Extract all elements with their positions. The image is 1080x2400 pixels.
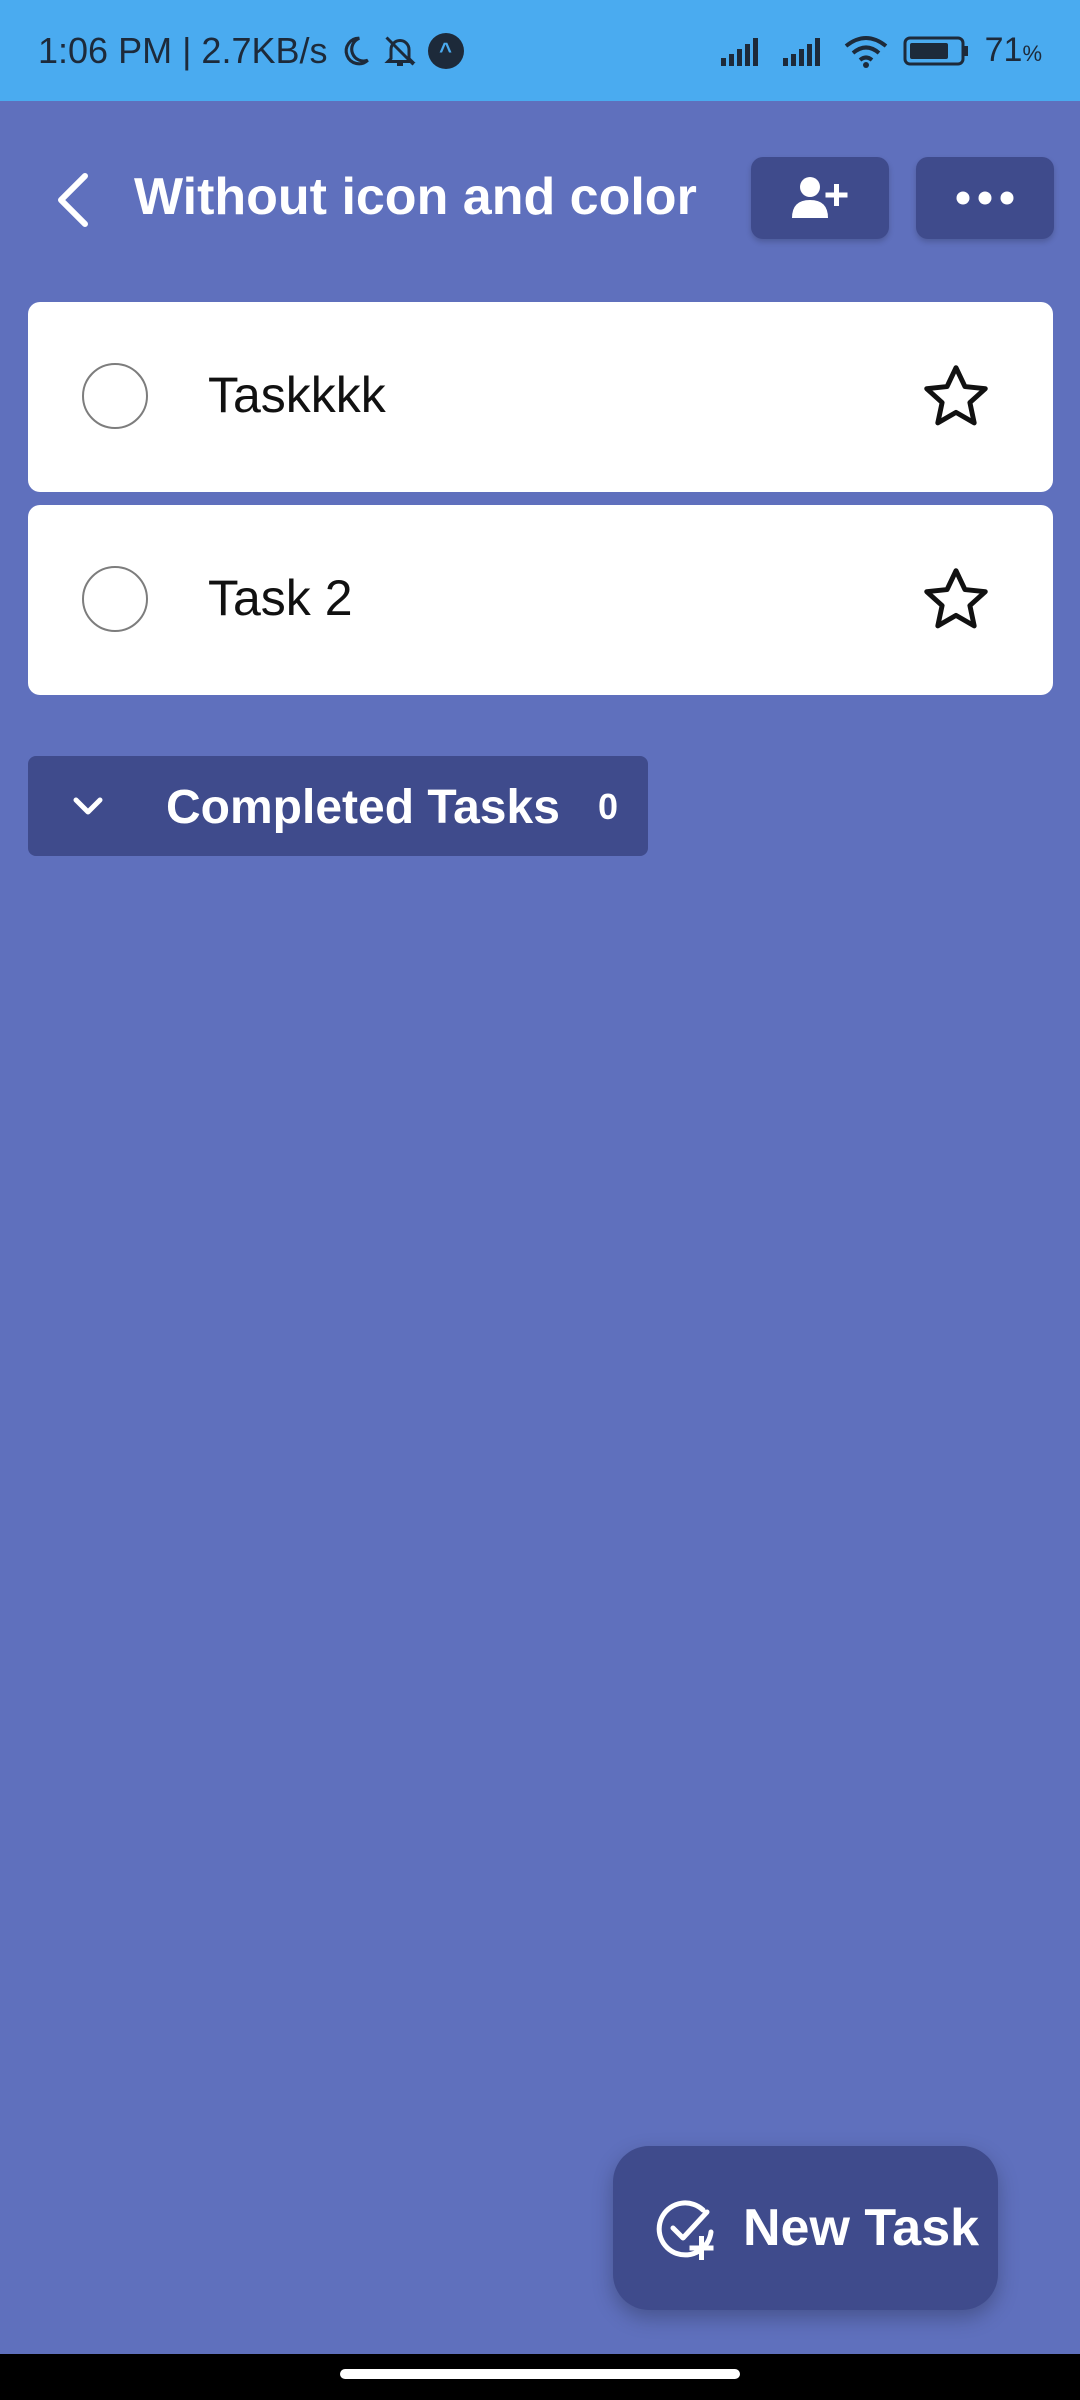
completed-tasks-label: Completed Tasks [166,781,560,834]
header: Without icon and color [0,101,1080,301]
bell-off-icon [382,33,418,69]
task-item[interactable]: Taskkkk [28,302,1053,492]
completed-tasks-count: 0 [598,786,619,827]
check-circle-plus-icon [656,2200,714,2260]
moon-icon [338,34,372,68]
new-task-button[interactable]: New Task [613,2146,998,2310]
star-icon[interactable] [919,563,993,637]
star-icon[interactable] [919,360,993,434]
signal-icon [719,34,767,68]
task-checkbox[interactable] [82,363,148,429]
home-indicator[interactable] [340,2369,740,2379]
more-horizontal-icon [956,191,1014,205]
share-list-button[interactable] [751,157,889,239]
completed-tasks-toggle[interactable]: Completed Tasks 0 [28,756,648,856]
status-time: 1:06 PM | 2.7KB/s [38,29,328,71]
more-options-button[interactable] [916,157,1054,239]
battery-percent: 71% [984,31,1042,69]
new-task-label: New Task [743,2199,980,2257]
battery-icon [903,34,971,68]
task-title: Taskkkk [208,367,386,423]
status-left: 1:06 PM | 2.7KB/s ^ [38,30,464,72]
status-bar: 1:06 PM | 2.7KB/s ^ 71% [0,0,1080,101]
wifi-icon [843,34,889,68]
task-list: Taskkkk Task 2 [28,302,1053,708]
back-button[interactable] [40,161,106,239]
signal-icon [781,34,829,68]
chevron-down-icon [73,797,103,815]
chevron-left-icon [58,173,88,227]
page-title: Without icon and color [134,168,697,226]
status-right: 71% [719,31,1042,70]
task-checkbox[interactable] [82,566,148,632]
task-item[interactable]: Task 2 [28,505,1053,695]
task-title: Task 2 [208,570,353,626]
add-user-icon [792,177,848,218]
system-nav-bar [0,2354,1080,2400]
app-badge-icon: ^ [427,32,464,69]
